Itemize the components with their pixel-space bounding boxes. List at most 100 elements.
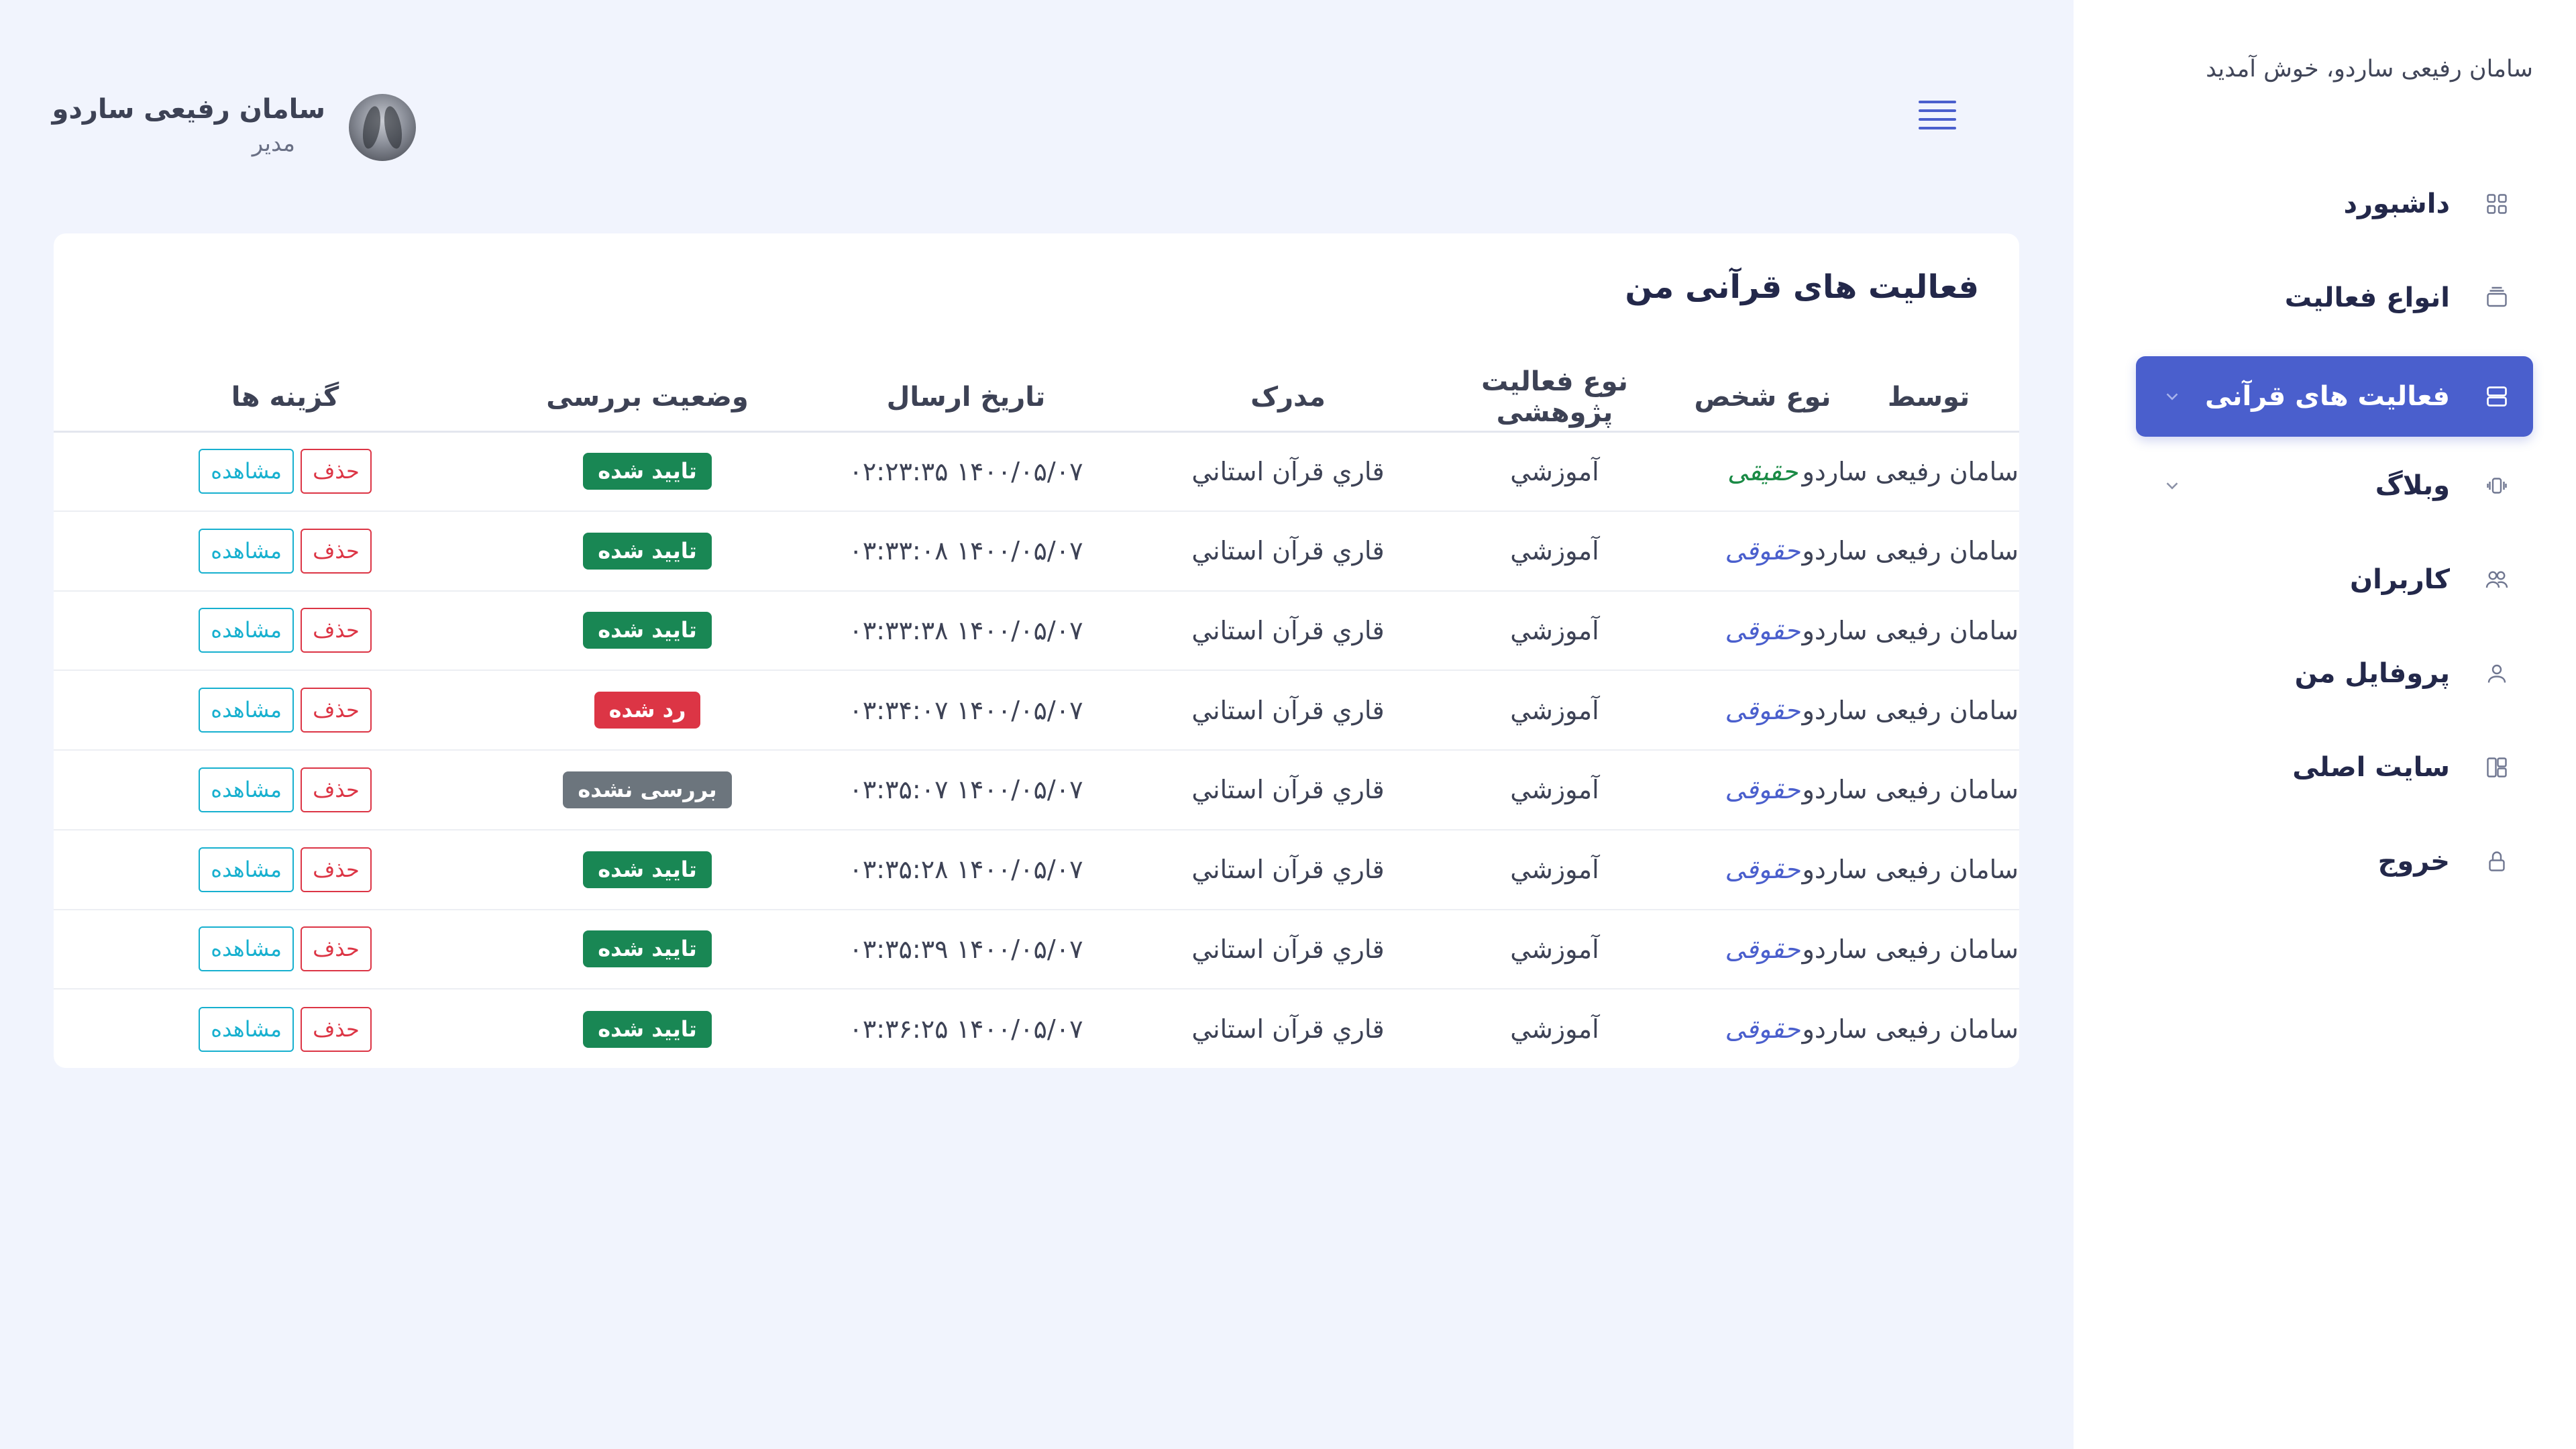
sidebar-item-dashboard[interactable]: داشبورد [2136, 164, 2533, 244]
sidebar-item-label: داشبورد [2343, 189, 2450, 219]
table-row: سامان رفیعی ساردو حقیقی آموزشي قاري قرآن… [54, 431, 2019, 512]
delete-button[interactable]: حذف [301, 688, 372, 733]
cell-status: تایید شده [517, 829, 778, 910]
layers-icon [2483, 284, 2510, 311]
sidebar-item-blog[interactable]: وبلاگ [2136, 445, 2533, 526]
grid-icon [2483, 191, 2510, 217]
table-row: سامان رفیعی ساردو حقوقی آموزشي قاري قرآن… [54, 590, 2019, 672]
cell-status: رد شده [517, 670, 778, 751]
sidebar-item-label: انواع فعالیت [2284, 282, 2450, 313]
view-button[interactable]: مشاهده [199, 847, 294, 892]
view-button[interactable]: مشاهده [199, 528, 294, 574]
cell-status: تایید شده [517, 909, 778, 990]
avatar[interactable] [349, 94, 416, 161]
lock-icon [2483, 848, 2510, 875]
hamburger-line [1919, 127, 1956, 129]
sidebar-item-users[interactable]: کاربران [2136, 539, 2533, 620]
sidebar-item-label: وبلاگ [2375, 470, 2450, 501]
status-badge: تایید شده [583, 612, 712, 649]
status-badge: تایید شده [583, 851, 712, 888]
delete-button[interactable]: حذف [301, 926, 372, 972]
view-button[interactable]: مشاهده [199, 449, 294, 494]
cell-options: حذف مشاهده [54, 590, 517, 672]
users-icon [2483, 566, 2510, 593]
user-name: سامان رفیعی ساردو [52, 94, 326, 125]
cell-date: ۱۴۰۰/۰۵/۰۷ ۰۳:۳۵:۲۸ [778, 829, 1154, 910]
cell-options: حذف مشاهده [54, 750, 517, 830]
sidebar-item-label: سایت اصلی [2292, 752, 2450, 783]
delete-button[interactable]: حذف [301, 1006, 372, 1052]
cell-date: ۱۴۰۰/۰۵/۰۷ ۰۳:۳۵:۳۹ [778, 909, 1154, 990]
view-button[interactable]: مشاهده [199, 608, 294, 653]
delete-button[interactable]: حذف [301, 767, 372, 812]
cell-document: قاري قرآن استاني [1154, 829, 1422, 910]
column-header-person-type: نوع شخص [1687, 364, 1838, 433]
cell-options: حذف مشاهده [54, 670, 517, 751]
status-badge: تایید شده [583, 1010, 712, 1048]
column-header-activity-type: نوع فعالیت پژوهشی [1422, 364, 1687, 433]
cell-document: قاري قرآن استاني [1154, 909, 1422, 990]
cell-options: حذف مشاهده [54, 431, 517, 512]
server-icon [2483, 383, 2510, 410]
delete-button[interactable]: حذف [301, 847, 372, 892]
sidebar-item-my-profile[interactable]: پروفایل من [2136, 633, 2533, 714]
welcome-text: سامان رفیعی ساردو، خوش آمدید [2206, 56, 2533, 83]
table-row: سامان رفیعی ساردو حقوقی آموزشي قاري قرآن… [54, 511, 2019, 592]
view-button[interactable]: مشاهده [199, 1006, 294, 1052]
cell-options: حذف مشاهده [54, 989, 517, 1069]
cell-status: بررسی نشده [517, 750, 778, 830]
sidebar-item-label: کاربران [2349, 564, 2450, 595]
page-title: فعالیت های قرآنی من [1625, 268, 1979, 306]
cell-options: حذف مشاهده [54, 829, 517, 910]
sidebar-item-label: فعالیت های قرآنی [2204, 381, 2450, 412]
status-badge: بررسی نشده [563, 771, 732, 808]
cell-activity-type: آموزشي [1422, 670, 1687, 751]
cell-status: تایید شده [517, 590, 778, 672]
cell-date: ۱۴۰۰/۰۵/۰۷ ۰۲:۲۳:۳۵ [778, 431, 1154, 512]
activities-table: توسط نوع شخص نوع فعالیت پژوهشی مدرک تاری… [54, 364, 2019, 1069]
cell-options: حذف مشاهده [54, 909, 517, 990]
sidebar-item-logout[interactable]: خروج [2136, 821, 2533, 902]
sidebar-item-label: پروفایل من [2294, 658, 2450, 689]
menu-toggle-button[interactable] [1919, 101, 1956, 134]
cell-activity-type: آموزشي [1422, 590, 1687, 672]
cell-activity-type: آموزشي [1422, 431, 1687, 512]
cell-date: ۱۴۰۰/۰۵/۰۷ ۰۳:۳۵:۰۷ [778, 750, 1154, 830]
table-row: سامان رفیعی ساردو حقوقی آموزشي قاري قرآن… [54, 750, 2019, 830]
delete-button[interactable]: حذف [301, 608, 372, 653]
view-button[interactable]: مشاهده [199, 767, 294, 812]
sidebar-item-activity-types[interactable]: انواع فعالیت [2136, 258, 2533, 338]
sidebar-item-quranic-activities[interactable]: فعالیت های قرآنی [2136, 356, 2533, 437]
cell-by: سامان رفیعی ساردو [1803, 829, 2019, 910]
status-badge: تایید شده [583, 930, 712, 968]
table-row: سامان رفیعی ساردو حقوقی آموزشي قاري قرآن… [54, 909, 2019, 990]
column-header-by: توسط [1838, 364, 2019, 433]
delete-button[interactable]: حذف [301, 449, 372, 494]
activities-card: فعالیت های قرآنی من توسط نوع شخص نوع فعا… [54, 233, 2019, 1068]
sidebar-item-label: خروج [2377, 846, 2450, 877]
cell-activity-type: آموزشي [1422, 511, 1687, 592]
chevron-down-icon[interactable] [2159, 472, 2186, 499]
status-badge: تایید شده [583, 453, 712, 490]
user-menu[interactable]: سامان رفیعی ساردو مدیر [52, 94, 416, 168]
view-button[interactable]: مشاهده [199, 688, 294, 733]
hamburger-line [1919, 118, 1956, 121]
cell-document: قاري قرآن استاني [1154, 511, 1422, 592]
cell-status: تایید شده [517, 511, 778, 592]
cell-activity-type: آموزشي [1422, 829, 1687, 910]
cell-document: قاري قرآن استاني [1154, 590, 1422, 672]
sidebar-item-main-site[interactable]: سایت اصلی [2136, 727, 2533, 808]
delete-button[interactable]: حذف [301, 528, 372, 574]
cell-status: تایید شده [517, 431, 778, 512]
column-header-date: تاریخ ارسال [778, 364, 1154, 433]
table-row: سامان رفیعی ساردو حقوقی آموزشي قاري قرآن… [54, 829, 2019, 910]
chevron-down-icon[interactable] [2159, 383, 2186, 410]
table-header-row: توسط نوع شخص نوع فعالیت پژوهشی مدرک تاری… [54, 364, 2019, 433]
cell-by: سامان رفیعی ساردو [1803, 431, 2019, 512]
cell-document: قاري قرآن استاني [1154, 431, 1422, 512]
status-badge: رد شده [594, 692, 701, 729]
cell-activity-type: آموزشي [1422, 750, 1687, 830]
user-icon [2483, 660, 2510, 687]
cell-status: تایید شده [517, 989, 778, 1069]
view-button[interactable]: مشاهده [199, 926, 294, 972]
